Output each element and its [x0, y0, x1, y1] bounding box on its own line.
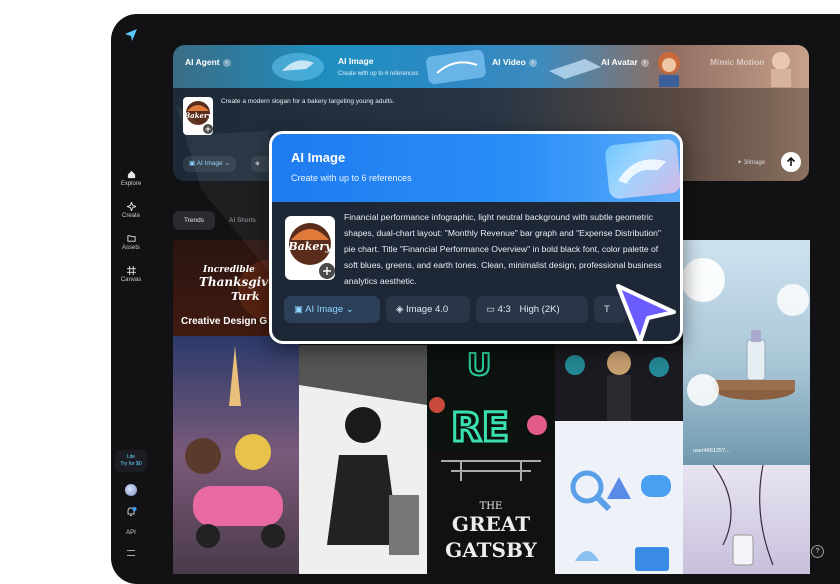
cube-icon: ◈ [396, 304, 404, 315]
card-ratio-quality-selector[interactable]: ▭ 4:3 High (2K) [476, 296, 588, 323]
card-model-label: Image 4.0 [405, 304, 449, 315]
card-subtitle: Create with up to 6 references [291, 173, 412, 183]
text-icon: T [604, 304, 610, 315]
card-mode-label: AI Image [305, 304, 344, 315]
card-mode-selector[interactable]: ▣ AI Image ⌄ [284, 296, 380, 323]
card-title: AI Image [291, 150, 346, 165]
ai-image-card-header: AI Image Create with up to 6 references [272, 134, 680, 202]
cursor-pointer-icon [616, 284, 676, 344]
card-model-selector[interactable]: ◈ Image 4.0 [386, 296, 470, 323]
card-ratio-label: 4:3 [497, 304, 511, 315]
aspect-ratio-icon: ▭ [486, 304, 495, 315]
help-button[interactable]: ? [811, 545, 824, 558]
card-prompt-input[interactable]: Financial performance infographic, light… [344, 209, 674, 289]
app-window: Explore Create Assets Canvas Lite Try fo… [111, 14, 840, 584]
whale-art-icon [618, 159, 667, 184]
image-mode-icon: ▣ [294, 304, 303, 315]
bakery-logo-image: Bakery [287, 223, 335, 279]
bakery-card-text: Bakery [287, 240, 333, 253]
card-reference-thumb[interactable]: Bakery [285, 216, 335, 280]
chevron-down-icon: ⌄ [345, 304, 354, 315]
card-quality-label: High (2K) [519, 304, 560, 315]
card-preview-art-icon [604, 138, 680, 200]
